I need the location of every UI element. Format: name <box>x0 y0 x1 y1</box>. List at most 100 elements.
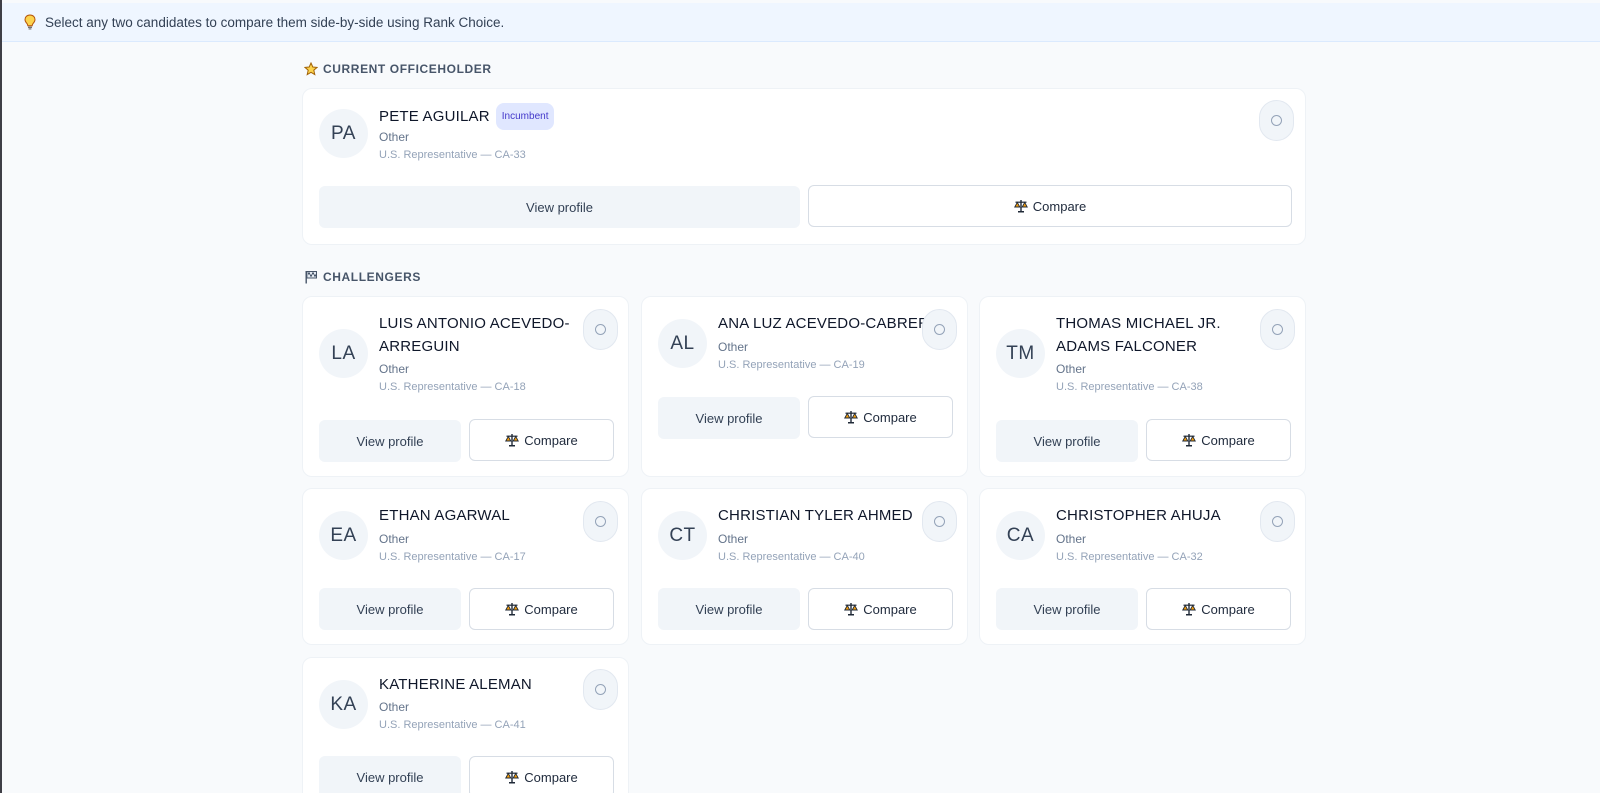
view-profile-button[interactable]: View profile <box>319 588 461 630</box>
candidate-name[interactable]: KATHERINE ALEMAN <box>379 673 532 696</box>
compare-button[interactable]: Compare <box>469 588 614 630</box>
info-banner: Select any two candidates to compare the… <box>2 3 1600 42</box>
avatar: PA <box>319 109 368 158</box>
candidate-party: Other <box>718 532 749 546</box>
radio-ring-icon <box>934 324 945 335</box>
select-candidate-toggle[interactable] <box>1259 100 1294 141</box>
radio-ring-icon <box>1272 324 1283 335</box>
scales-icon <box>1182 433 1197 447</box>
compare-label: Compare <box>863 409 917 425</box>
view-profile-button[interactable]: View profile <box>996 588 1138 630</box>
window-edge <box>0 0 2 793</box>
incumbent-badge: Incumbent <box>495 103 555 130</box>
radio-ring-icon <box>595 684 606 695</box>
section-label-text: CHALLENGERS <box>323 270 421 284</box>
select-candidate-toggle[interactable] <box>583 501 618 542</box>
view-profile-button[interactable]: View profile <box>319 420 461 462</box>
compare-label: Compare <box>1201 432 1255 448</box>
scales-icon <box>505 770 520 784</box>
view-profile-button[interactable]: View profile <box>319 186 800 228</box>
candidate-office: U.S. Representative — CA-38 <box>1056 381 1203 393</box>
radio-ring-icon <box>934 516 945 527</box>
candidate-name[interactable]: THOMAS MICHAEL JR. ADAMS FALCONER <box>1056 312 1266 358</box>
view-profile-button[interactable]: View profile <box>658 397 800 439</box>
compare-button[interactable]: Compare <box>808 396 953 438</box>
candidate-name[interactable]: ANA LUZ ACEVEDO-CABRERA <box>718 312 928 335</box>
scales-icon <box>505 433 520 447</box>
radio-ring-icon <box>1271 115 1282 126</box>
candidate-name[interactable]: PETE AGUILAR Incumbent <box>379 103 555 130</box>
select-candidate-toggle[interactable] <box>583 309 618 350</box>
candidate-name[interactable]: ETHAN AGARWAL <box>379 504 510 527</box>
compare-label: Compare <box>524 601 578 617</box>
radio-ring-icon <box>595 324 606 335</box>
section-challengers: CHALLENGERS <box>304 270 421 284</box>
compare-label: Compare <box>524 432 578 448</box>
candidate-office: U.S. Representative — CA-17 <box>379 551 526 563</box>
candidate-card: EA ETHAN AGARWAL Other U.S. Representati… <box>302 488 629 645</box>
select-candidate-toggle[interactable] <box>922 501 957 542</box>
select-candidate-toggle[interactable] <box>583 669 618 710</box>
candidate-party: Other <box>379 362 410 376</box>
candidate-office: U.S. Representative — CA-19 <box>718 359 865 371</box>
avatar: TM <box>996 329 1045 378</box>
candidate-party: Other <box>379 700 410 714</box>
compare-label: Compare <box>1032 198 1087 214</box>
compare-label: Compare <box>863 601 917 617</box>
star-icon <box>304 62 318 76</box>
candidate-office: U.S. Representative — CA-41 <box>379 719 526 731</box>
compare-button[interactable]: Compare <box>1146 588 1291 630</box>
avatar: AL <box>658 319 707 368</box>
candidate-card: KA KATHERINE ALEMAN Other U.S. Represent… <box>302 657 629 793</box>
candidate-party: Other <box>1056 362 1087 376</box>
lightbulb-icon <box>24 14 36 30</box>
select-candidate-toggle[interactable] <box>1260 501 1295 542</box>
candidate-name[interactable]: CHRISTOPHER AHUJA <box>1056 504 1221 527</box>
section-label-text: CURRENT OFFICEHOLDER <box>323 62 492 76</box>
candidate-office: U.S. Representative — CA-40 <box>718 551 865 563</box>
banner-text: Select any two candidates to compare the… <box>45 14 505 30</box>
section-current-officeholder: CURRENT OFFICEHOLDER <box>304 62 492 76</box>
scales-icon <box>505 602 520 616</box>
view-profile-button[interactable]: View profile <box>319 756 461 793</box>
avatar: CA <box>996 511 1045 560</box>
candidate-party: Other <box>1056 532 1087 546</box>
incumbent-card: PA PETE AGUILAR Incumbent Other U.S. Repr… <box>302 88 1306 245</box>
compare-label: Compare <box>524 769 578 785</box>
scales-icon <box>1182 602 1197 616</box>
candidate-party: Other <box>718 340 749 354</box>
scales-icon <box>1013 199 1028 213</box>
candidate-name[interactable]: CHRISTIAN TYLER AHMED <box>718 504 913 527</box>
select-candidate-toggle[interactable] <box>922 309 957 350</box>
candidate-card: CT CHRISTIAN TYLER AHMED Other U.S. Repr… <box>641 488 968 645</box>
candidate-card: CA CHRISTOPHER AHUJA Other U.S. Represen… <box>979 488 1306 645</box>
compare-button[interactable]: Compare <box>808 588 953 630</box>
candidate-office: U.S. Representative — CA-33 <box>379 149 526 161</box>
candidate-card: AL ANA LUZ ACEVEDO-CABRERA Other U.S. Re… <box>641 296 968 477</box>
view-profile-button[interactable]: View profile <box>658 588 800 630</box>
radio-ring-icon <box>1272 516 1283 527</box>
candidate-card: TM THOMAS MICHAEL JR. ADAMS FALCONER Oth… <box>979 296 1306 477</box>
compare-button[interactable]: Compare <box>1146 419 1291 461</box>
compare-button[interactable]: Compare <box>469 419 614 461</box>
flag-icon <box>304 270 318 284</box>
candidate-name-text: PETE AGUILAR <box>379 108 490 125</box>
candidate-party: Other <box>379 532 410 546</box>
avatar: KA <box>319 680 368 729</box>
select-candidate-toggle[interactable] <box>1260 309 1295 350</box>
candidate-office: U.S. Representative — CA-32 <box>1056 551 1203 563</box>
compare-button[interactable]: Compare <box>808 185 1292 227</box>
avatar: LA <box>319 329 368 378</box>
candidate-name[interactable]: LUIS ANTONIO ACEVEDO-ARREGUIN <box>379 312 579 358</box>
candidate-party: Other <box>379 130 410 144</box>
view-profile-button[interactable]: View profile <box>996 420 1138 462</box>
candidate-office: U.S. Representative — CA-18 <box>379 381 526 393</box>
candidate-card: LA LUIS ANTONIO ACEVEDO-ARREGUIN Other U… <box>302 296 629 477</box>
compare-label: Compare <box>1201 601 1255 617</box>
radio-ring-icon <box>595 516 606 527</box>
scales-icon <box>844 602 859 616</box>
avatar: EA <box>319 511 368 560</box>
avatar: CT <box>658 511 707 560</box>
compare-button[interactable]: Compare <box>469 756 614 793</box>
scales-icon <box>844 410 859 424</box>
